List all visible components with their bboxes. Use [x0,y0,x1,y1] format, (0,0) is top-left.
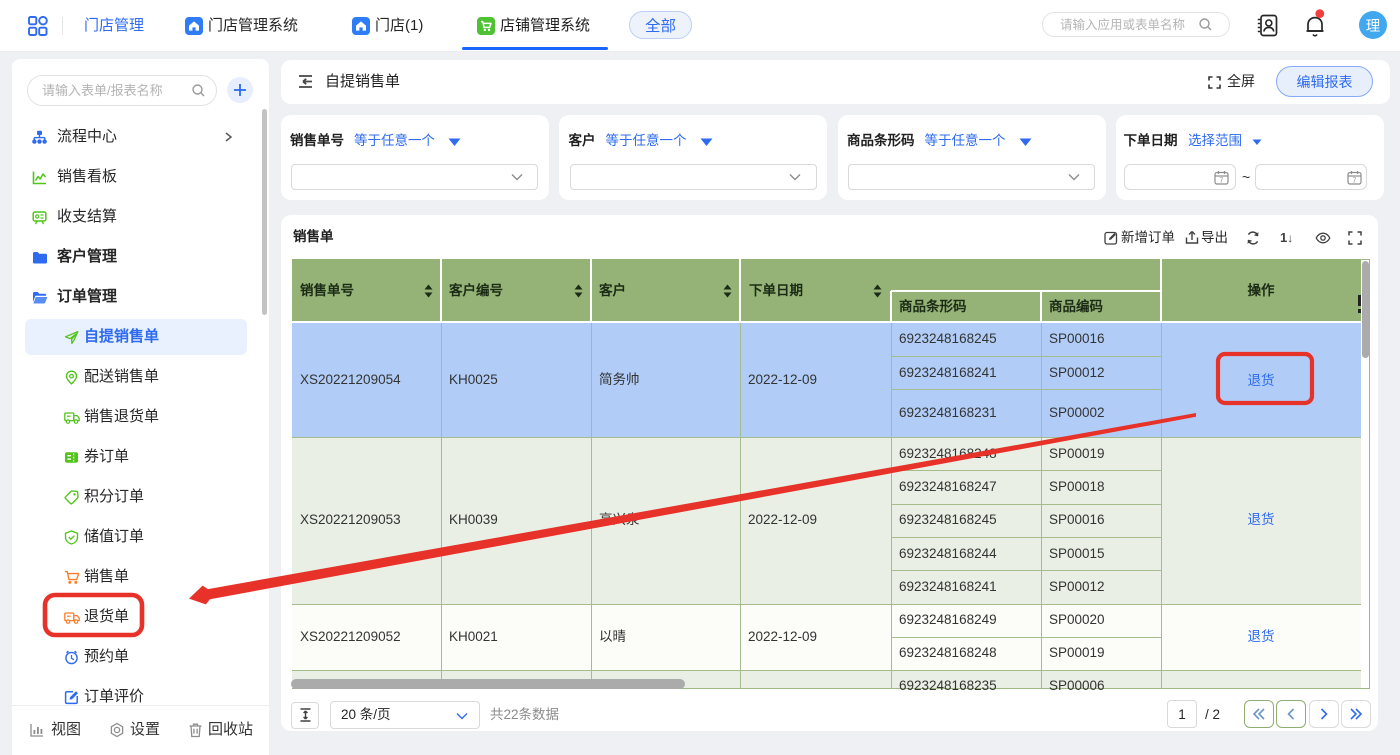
svg-text:7: 7 [1220,177,1224,184]
svg-text:7: 7 [1353,177,1357,184]
